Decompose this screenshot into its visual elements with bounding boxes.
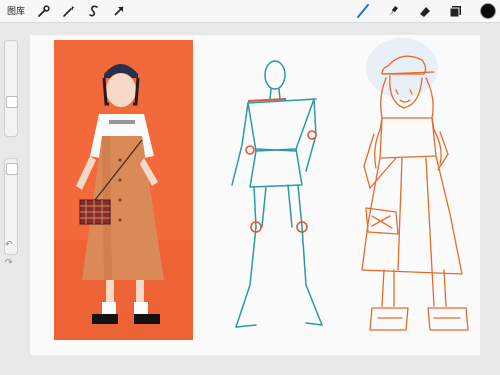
transform-arrow-icon[interactable] — [111, 3, 127, 19]
undo-icon[interactable]: ↶ — [5, 240, 13, 250]
brush-size-slider[interactable] — [4, 40, 18, 137]
gallery-button[interactable]: 图库 — [7, 4, 25, 17]
reference-photo — [54, 40, 193, 340]
brush-icon[interactable] — [355, 3, 371, 19]
wrench-icon[interactable] — [36, 3, 52, 19]
smudge-icon[interactable] — [385, 3, 401, 19]
character-sketch — [352, 38, 480, 343]
magic-wand-icon[interactable] — [61, 3, 77, 19]
selection-icon[interactable] — [86, 3, 102, 19]
top-toolbar: 图库 — [0, 0, 500, 23]
brush-size-thumb[interactable] — [6, 96, 18, 108]
color-picker-button[interactable] — [480, 3, 496, 19]
gesture-sketch — [226, 55, 336, 335]
layers-icon[interactable] — [448, 3, 464, 19]
eraser-icon[interactable] — [417, 3, 433, 19]
left-sidebar: ↶ ↷ — [1, 40, 18, 270]
redo-icon[interactable]: ↷ — [5, 258, 13, 268]
opacity-thumb[interactable] — [6, 163, 18, 175]
